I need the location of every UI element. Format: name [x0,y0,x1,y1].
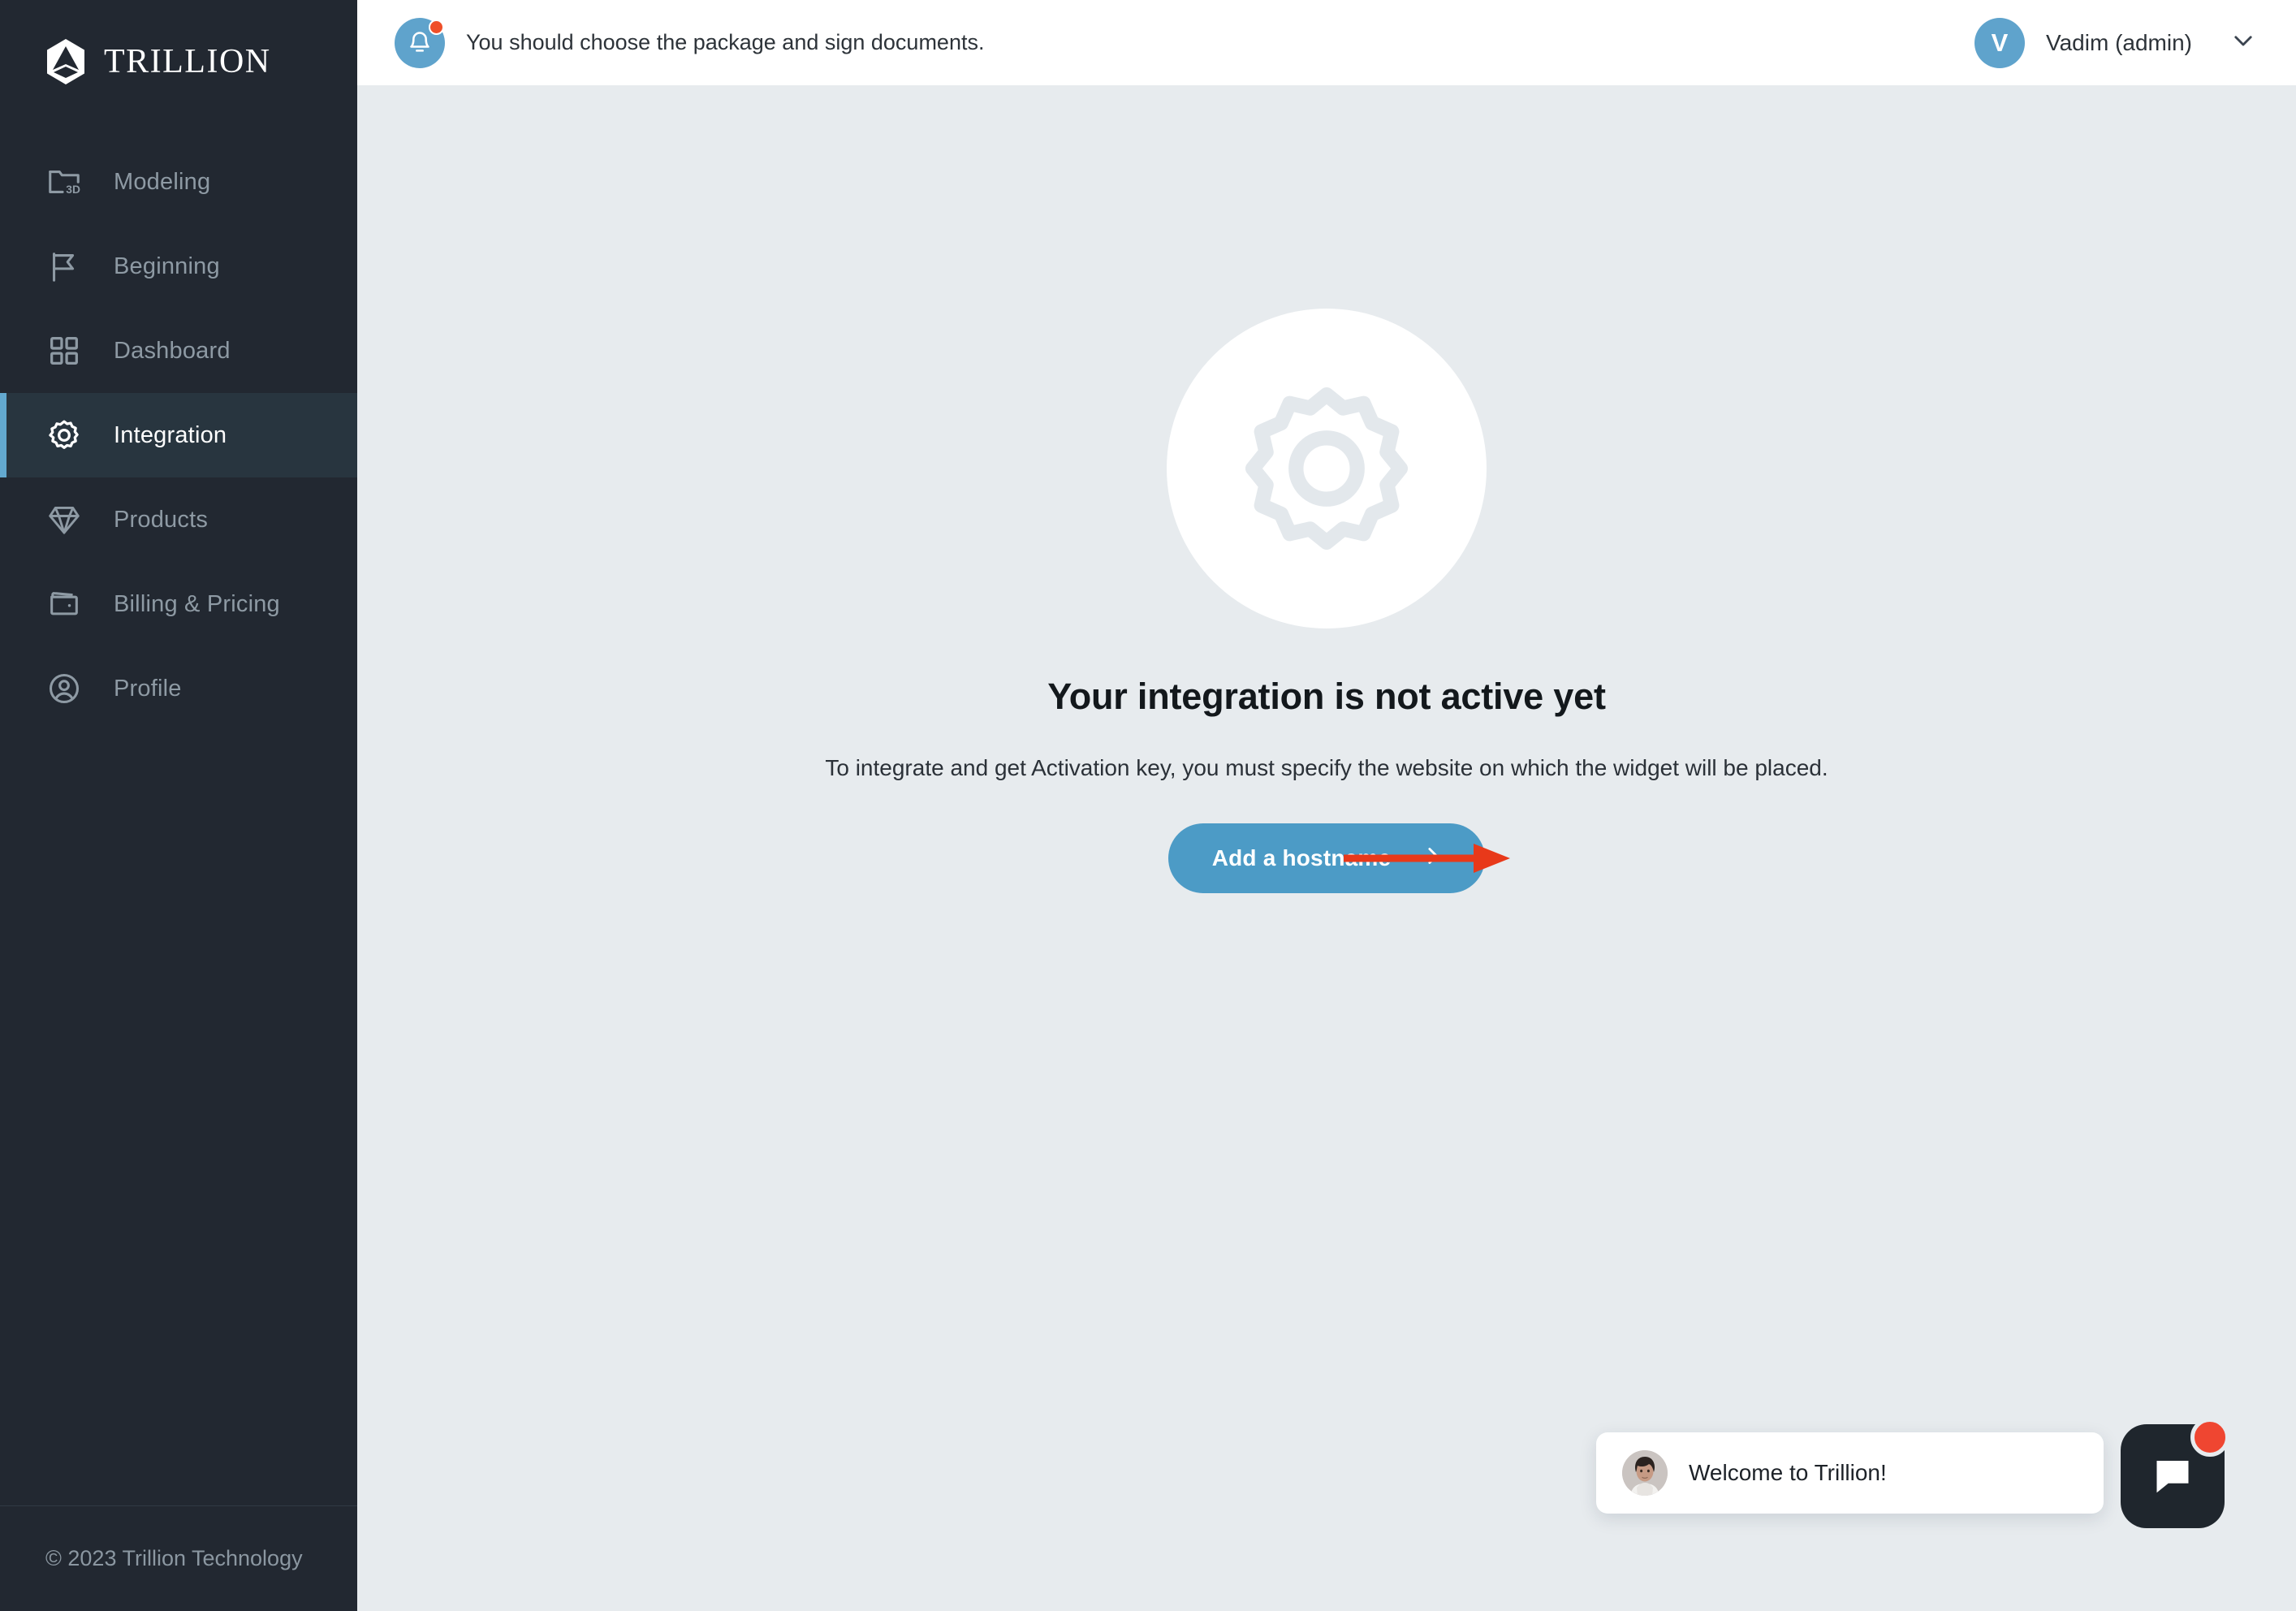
add-hostname-button[interactable]: Add a hostname [1167,823,1486,893]
folder-3d-icon: 3D [45,163,83,201]
diamond-icon [45,501,83,538]
sidebar-item-profile[interactable]: Profile [0,646,357,731]
sidebar: TRILLION 3D Modeling Beginning Dashboard… [0,0,357,1611]
chevron-down-icon[interactable] [2213,27,2257,58]
avatar: V [1974,17,2026,68]
svg-text:3D: 3D [66,184,80,196]
chat-launcher-button[interactable] [2121,1418,2229,1528]
copyright-text: © 2023 Trillion Technology [45,1546,303,1570]
sidebar-item-label: Billing & Pricing [114,590,280,617]
page-title: Your integration is not active yet [1047,676,1606,717]
sidebar-item-label: Products [114,506,209,533]
gear-icon [1232,374,1421,563]
sidebar-item-label: Profile [114,675,182,702]
add-hostname-button-label: Add a hostname [1211,845,1392,870]
trillion-hexagon-logo-icon [45,39,86,84]
sidebar-item-billing-pricing[interactable]: Billing & Pricing [0,562,357,646]
user-circle-icon [45,670,83,707]
app-root: TRILLION 3D Modeling Beginning Dashboard… [0,0,2296,1611]
user-name: Vadim (admin) [2046,29,2192,55]
wallet-icon [45,585,83,623]
sidebar-footer: © 2023 Trillion Technology [0,1505,357,1611]
notification-dot [429,19,444,35]
sidebar-item-beginning[interactable]: Beginning [0,224,357,309]
cta-row: Add a hostname [357,823,2296,893]
sidebar-item-integration[interactable]: Integration [0,393,357,477]
bell-icon[interactable] [395,17,445,68]
chat-greeting-bubble[interactable]: Welcome to Trillion! [1596,1432,2104,1514]
arrow-right-icon [1413,842,1441,875]
topbar-notification[interactable]: You should choose the package and sign d… [395,17,985,68]
sidebar-item-label: Integration [114,421,227,448]
chat-bubble-icon [2148,1450,2197,1503]
sidebar-item-label: Modeling [114,168,211,195]
sidebar-item-modeling[interactable]: 3D Modeling [0,140,357,224]
chat-greeting-message: Welcome to Trillion! [1689,1460,1887,1485]
agent-photo-avatar [1622,1450,1668,1496]
sidebar-item-products[interactable]: Products [0,477,357,562]
topbar: You should choose the package and sign d… [357,0,2296,85]
main-panel: Your integration is not active yet To in… [357,85,2296,1611]
chat-unread-badge [2190,1418,2229,1457]
grid-icon [45,332,83,369]
user-menu[interactable]: V Vadim (admin) [1974,17,2257,68]
brand-name: TRILLION [104,43,271,80]
sidebar-item-dashboard[interactable]: Dashboard [0,309,357,393]
sidebar-item-label: Dashboard [114,337,231,364]
empty-state: Your integration is not active yet To in… [357,85,2296,893]
sidebar-nav: 3D Modeling Beginning Dashboard Integrat… [0,140,357,1505]
sidebar-item-label: Beginning [114,253,220,279]
hero-gear-badge [1167,309,1487,628]
flag-icon [45,248,83,285]
notification-message: You should choose the package and sign d… [466,30,985,54]
brand-logo[interactable]: TRILLION [0,0,357,123]
content-area: You should choose the package and sign d… [357,0,2296,1611]
page-subtext: To integrate and get Activation key, you… [825,755,1828,780]
gear-icon [45,417,83,454]
